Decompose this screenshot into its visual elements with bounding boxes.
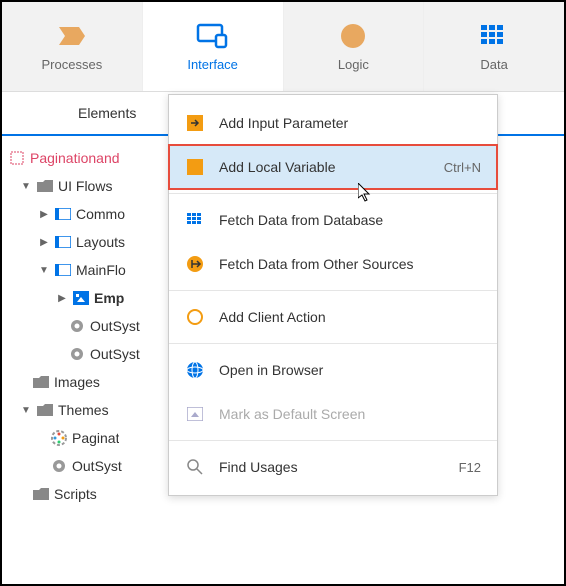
folder-icon [32, 488, 50, 500]
tab-logic[interactable]: Logic [284, 2, 425, 91]
tab-label: Logic [338, 57, 369, 72]
tree-label: Paginationand [30, 150, 120, 166]
theme-icon [50, 430, 68, 446]
main-tabs: Processes Interface Logic Data [2, 2, 564, 92]
menu-add-client-action[interactable]: Add Client Action [169, 295, 497, 339]
menu-separator [169, 193, 497, 194]
menu-label: Add Local Variable [219, 159, 430, 175]
menu-label: Open in Browser [219, 362, 481, 378]
search-icon [185, 459, 205, 475]
theme-ref-icon [68, 319, 86, 333]
flow-icon [54, 208, 72, 220]
menu-find-usages[interactable]: Find Usages F12 [169, 445, 497, 489]
menu-label: Add Client Action [219, 309, 481, 325]
flow-icon [54, 264, 72, 276]
logic-icon [340, 21, 366, 51]
folder-icon [36, 404, 54, 416]
menu-separator [169, 440, 497, 441]
menu-label: Fetch Data from Database [219, 212, 481, 228]
tree-label: Layouts [76, 234, 125, 250]
tree-label: OutSyst [72, 458, 122, 474]
tree-label: Commo [76, 206, 125, 222]
tab-label: Processes [42, 57, 103, 72]
flow-icon [54, 236, 72, 248]
browser-icon [185, 361, 205, 379]
expand-icon[interactable]: ▶ [56, 293, 68, 304]
menu-label: Fetch Data from Other Sources [219, 256, 481, 272]
database-icon [185, 213, 205, 227]
menu-mark-default: Mark as Default Screen [169, 392, 497, 436]
tree-label: Emp [94, 290, 124, 306]
tree-label: UI Flows [58, 178, 112, 194]
collapse-icon[interactable]: ▼ [20, 181, 32, 192]
input-param-icon [185, 115, 205, 131]
client-action-icon [185, 308, 205, 326]
default-screen-icon [185, 407, 205, 421]
tab-data[interactable]: Data [424, 2, 564, 91]
menu-fetch-database[interactable]: Fetch Data from Database [169, 198, 497, 242]
menu-open-browser[interactable]: Open in Browser [169, 348, 497, 392]
menu-fetch-other[interactable]: Fetch Data from Other Sources [169, 242, 497, 286]
collapse-icon[interactable]: ▼ [20, 405, 32, 416]
tab-processes[interactable]: Processes [2, 2, 143, 91]
menu-add-local-variable[interactable]: Add Local Variable Ctrl+N [169, 145, 497, 189]
interface-icon [196, 21, 230, 51]
folder-icon [36, 180, 54, 192]
tab-interface[interactable]: Interface [143, 2, 284, 91]
menu-add-input-parameter[interactable]: Add Input Parameter [169, 101, 497, 145]
tree-label: MainFlo [76, 262, 126, 278]
tree-label: Scripts [54, 486, 97, 502]
menu-shortcut: Ctrl+N [444, 160, 481, 175]
expand-icon[interactable]: ▶ [38, 209, 50, 220]
tab-label: Data [480, 57, 507, 72]
menu-separator [169, 343, 497, 344]
menu-label: Add Input Parameter [219, 115, 481, 131]
tree-label: Themes [58, 402, 109, 418]
expand-icon[interactable]: ▶ [38, 237, 50, 248]
collapse-icon[interactable]: ▼ [38, 265, 50, 276]
tree-label: Images [54, 374, 100, 390]
menu-separator [169, 290, 497, 291]
theme-ref-icon [50, 459, 68, 473]
local-var-icon [185, 159, 205, 175]
tree-label: OutSyst [90, 346, 140, 362]
fetch-other-icon [185, 255, 205, 273]
context-menu: Add Input Parameter Add Local Variable C… [168, 94, 498, 496]
menu-shortcut: F12 [459, 460, 481, 475]
screen-icon [72, 291, 90, 305]
tree-label: Paginat [72, 430, 119, 446]
tab-label: Interface [187, 57, 238, 72]
menu-label: Mark as Default Screen [219, 406, 481, 422]
subtab-elements[interactable]: Elements [62, 105, 152, 121]
theme-ref-icon [68, 347, 86, 361]
tree-label: OutSyst [90, 318, 140, 334]
folder-icon [32, 376, 50, 388]
processes-icon [57, 21, 87, 51]
data-icon [481, 21, 507, 51]
menu-label: Find Usages [219, 459, 445, 475]
module-icon [8, 151, 26, 165]
